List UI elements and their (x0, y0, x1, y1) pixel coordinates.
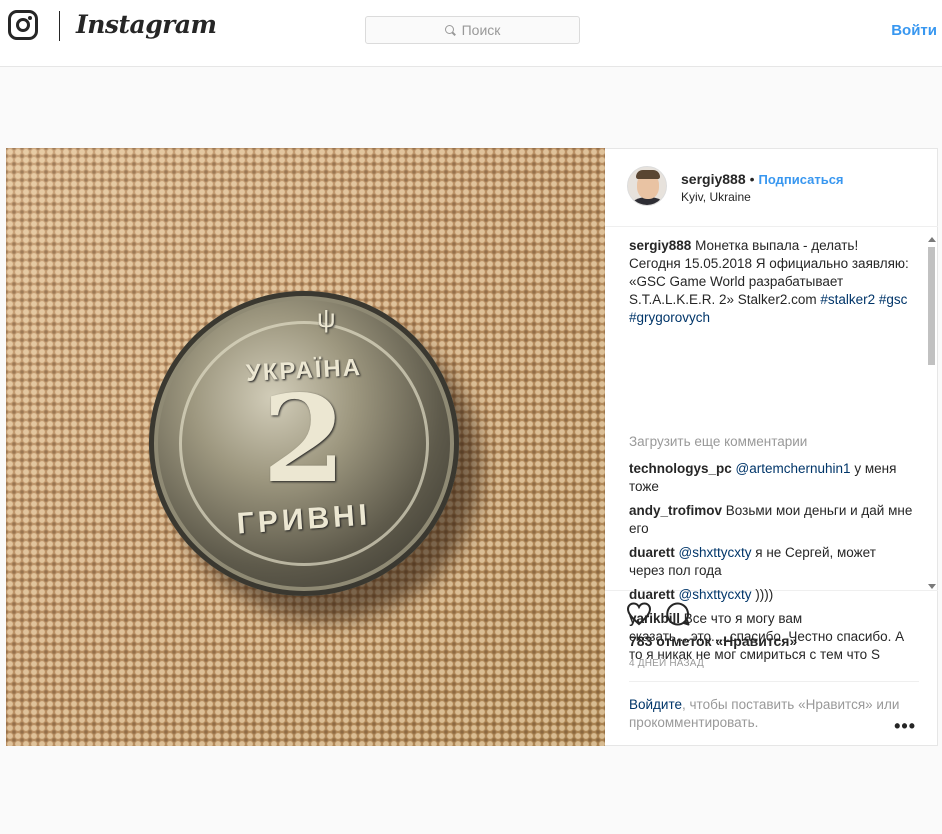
comment-item: duarett @shxttycxty я не Сергей, может ч… (629, 544, 913, 580)
scroll-up-arrow[interactable] (928, 237, 936, 242)
search-input[interactable]: Поиск (365, 16, 580, 44)
separator-bullet: • (749, 171, 755, 187)
comment-author[interactable]: andy_trofimov (629, 503, 722, 518)
comment-item: technologys_pc @artemchernuhin1 у меня т… (629, 460, 913, 496)
comment-author[interactable]: duarett (629, 545, 675, 560)
hashtag-gsc[interactable]: #gsc (879, 292, 908, 307)
caption-author[interactable]: sergiy888 (629, 238, 691, 253)
follow-button[interactable]: Подписаться (759, 172, 844, 187)
heart-icon[interactable] (626, 602, 652, 626)
load-more-comments[interactable]: Загрузить еще комментарии (629, 434, 807, 449)
coin-value-text: 2 (262, 369, 346, 510)
camera-lens (16, 18, 30, 32)
coin-image: ψ УКРАЇНА 2 ГРИВНІ (149, 291, 459, 596)
top-navigation: Instagram Поиск Войти (0, 0, 942, 67)
instagram-glyph-icon[interactable] (8, 10, 38, 40)
nav-divider (59, 11, 60, 41)
post-header: sergiy888 • Подписаться Kyiv, Ukraine (605, 149, 938, 227)
login-prompt: Войдите, чтобы поставить «Нравится» или … (629, 681, 919, 732)
more-options-icon[interactable]: ••• (894, 717, 916, 735)
comment-mention[interactable]: @shxttycxty (679, 545, 752, 560)
likes-count[interactable]: 783 отметок «Нравится» (629, 633, 797, 649)
scroll-thumb[interactable] (928, 247, 935, 365)
hashtag-grygorovych[interactable]: #grygorovych (629, 310, 710, 325)
post-actions: 783 отметок «Нравится» 4 ДНЕЙ НАЗАД Войд… (605, 591, 938, 746)
user-line: sergiy888 • Подписаться (681, 171, 844, 187)
location-link[interactable]: Kyiv, Ukraine (681, 190, 751, 204)
avatar-hair (636, 170, 660, 179)
caption: sergiy888 Монетка выпала - делать! Сегод… (629, 237, 913, 327)
post-timestamp[interactable]: 4 ДНЕЙ НАЗАД (629, 658, 704, 669)
username-link[interactable]: sergiy888 (681, 171, 746, 187)
comments-scrollbar[interactable] (927, 237, 936, 589)
login-link[interactable]: Войти (891, 22, 937, 39)
comment-author[interactable]: technologys_pc (629, 461, 732, 476)
hashtag-stalker2[interactable]: #stalker2 (820, 292, 875, 307)
comment-mention[interactable]: @artemchernuhin1 (736, 461, 851, 476)
scroll-down-arrow[interactable] (928, 584, 936, 589)
avatar[interactable] (627, 166, 667, 206)
comment-icon[interactable] (665, 601, 691, 627)
camera-flash-dot (28, 16, 32, 20)
post-photo[interactable]: ψ УКРАЇНА 2 ГРИВНІ (6, 148, 605, 746)
login-prompt-link[interactable]: Войдите (629, 697, 682, 712)
search-placeholder: Поиск (461, 22, 501, 38)
search-icon (444, 24, 456, 36)
post-card: ψ УКРАЇНА 2 ГРИВНІ sergiy888 • Подписаться… (6, 148, 938, 746)
trident-emblem: ψ (317, 303, 336, 333)
instagram-wordmark[interactable]: Instagram (76, 10, 217, 39)
comments-section: sergiy888 Монетка выпала - делать! Сегод… (605, 227, 938, 662)
comment-item: andy_trofimov Возьми мои деньги и дай мн… (629, 502, 913, 538)
